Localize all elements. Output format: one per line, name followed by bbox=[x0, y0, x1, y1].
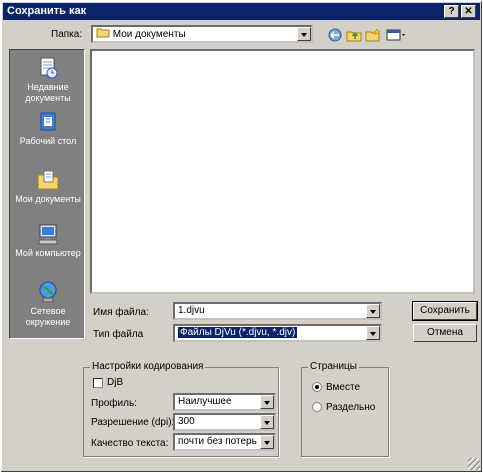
file-type-select[interactable]: Файлы DjVu (*.djvu, *.djv) bbox=[173, 324, 382, 342]
chevron-down-icon[interactable] bbox=[366, 304, 380, 318]
chevron-down-icon[interactable] bbox=[260, 415, 274, 429]
folder-icon bbox=[96, 28, 110, 38]
profile-select[interactable]: Наилучшее bbox=[173, 393, 276, 411]
place-recent-documents[interactable]: Недавние документы bbox=[10, 56, 86, 104]
file-type-label: Тип файла bbox=[93, 329, 144, 340]
profile-label: Профиль: bbox=[91, 398, 137, 409]
resolution-label: Разрешение (dpi): bbox=[91, 417, 175, 428]
place-network[interactable]: Сетевое окружение bbox=[10, 280, 86, 328]
resolution-value: 300 bbox=[178, 416, 195, 427]
resolution-select[interactable]: 300 bbox=[173, 413, 276, 431]
profile-value: Наилучшее bbox=[178, 396, 232, 407]
together-label: Вместе bbox=[326, 382, 361, 393]
save-as-dialog: Сохранить как ? ✕ Папка: Мои документы Н… bbox=[0, 0, 483, 473]
place-label: Недавние документы bbox=[25, 82, 71, 103]
place-my-computer[interactable]: Мой компьютер bbox=[10, 222, 86, 259]
quality-label: Качество текста: bbox=[91, 438, 169, 449]
folder-select[interactable]: Мои документы bbox=[91, 25, 313, 43]
network-icon bbox=[39, 281, 57, 303]
file-name-value: 1.djvu bbox=[178, 305, 205, 316]
separate-label: Раздельно bbox=[326, 402, 376, 413]
djb-checkbox[interactable] bbox=[93, 378, 103, 388]
djb-label: DjB bbox=[107, 377, 124, 388]
chevron-down-icon[interactable] bbox=[260, 435, 274, 449]
chevron-down-icon[interactable] bbox=[260, 395, 274, 409]
place-desktop[interactable]: Рабочий стол bbox=[10, 110, 86, 147]
help-button[interactable]: ? bbox=[444, 5, 459, 18]
recent-documents-icon bbox=[40, 57, 58, 79]
view-menu-icon[interactable] bbox=[386, 28, 408, 42]
file-type-value: Файлы DjVu (*.djvu, *.djv) bbox=[178, 327, 298, 338]
chevron-down-icon[interactable] bbox=[366, 326, 380, 340]
place-label: Мой компьютер bbox=[15, 248, 81, 258]
place-label: Мои документы bbox=[15, 194, 81, 204]
folder-label: Папка: bbox=[51, 29, 83, 40]
encoding-settings-title: Настройки кодирования bbox=[90, 361, 206, 372]
file-list[interactable] bbox=[90, 49, 475, 294]
resize-grip[interactable] bbox=[468, 458, 480, 470]
close-button[interactable]: ✕ bbox=[461, 5, 476, 18]
place-my-documents[interactable]: Мои документы bbox=[10, 168, 86, 205]
cancel-button[interactable]: Отмена bbox=[413, 324, 477, 342]
file-name-label: Имя файла: bbox=[93, 307, 149, 318]
separate-radio[interactable] bbox=[312, 402, 322, 412]
folder-select-value: Мои документы bbox=[112, 29, 186, 40]
quality-select[interactable]: почти без потерь bbox=[173, 433, 276, 451]
window-title: Сохранить как bbox=[7, 5, 87, 17]
desktop-icon bbox=[40, 112, 56, 131]
new-folder-icon[interactable] bbox=[365, 28, 381, 42]
title-bar[interactable]: Сохранить как ? ✕ bbox=[3, 3, 480, 20]
file-name-input[interactable]: 1.djvu bbox=[173, 302, 382, 320]
place-label: Рабочий стол bbox=[19, 136, 77, 146]
up-folder-icon[interactable] bbox=[346, 28, 362, 42]
back-icon[interactable] bbox=[327, 28, 343, 42]
together-radio[interactable] bbox=[312, 382, 322, 392]
my-computer-icon bbox=[38, 224, 58, 245]
places-bar: Недавние документы Рабочий стол Мои доку… bbox=[9, 49, 85, 339]
quality-value: почти без потерь bbox=[178, 436, 257, 447]
my-documents-icon bbox=[37, 170, 59, 190]
chevron-down-icon[interactable] bbox=[297, 27, 311, 41]
save-button[interactable]: Сохранить bbox=[412, 301, 478, 321]
pages-title: Страницы bbox=[308, 361, 359, 372]
place-label: Сетевое окружение bbox=[25, 306, 71, 327]
